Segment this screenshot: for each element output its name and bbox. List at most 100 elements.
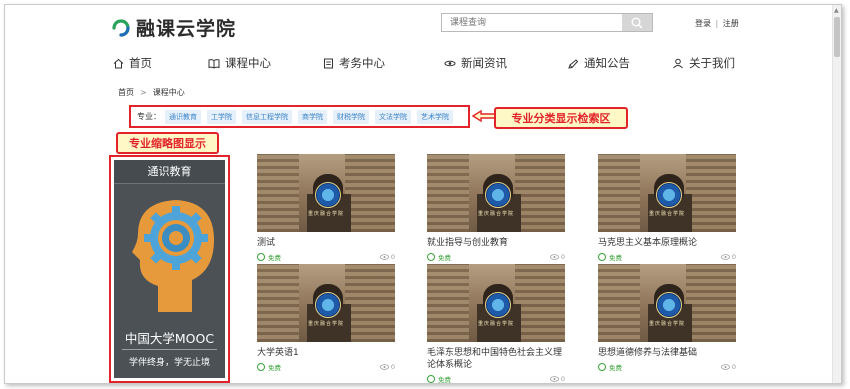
free-icon (427, 375, 435, 383)
price-label: 免费 (609, 254, 622, 262)
thumbnail-caption: 重庆融合学院 (307, 211, 344, 217)
filter-tag[interactable]: 商学院 (298, 109, 327, 124)
thumbnail-annotation: 专业缩略图显示 (116, 132, 219, 154)
view-count: 0 (560, 375, 565, 383)
filter-tag[interactable]: 文法学院 (375, 109, 411, 124)
price-label: 免费 (609, 364, 622, 372)
news-icon (444, 60, 456, 66)
nav-courses[interactable]: 课程中心 (208, 55, 271, 71)
eye-icon (379, 364, 389, 370)
book-icon (208, 58, 220, 69)
nav-about[interactable]: 关于我们 (672, 55, 735, 71)
search-button[interactable] (622, 14, 652, 31)
course-thumbnail: 重庆融合学院 (427, 154, 565, 232)
brand-name: 融课云学院 (136, 18, 237, 40)
price-label: 免费 (438, 376, 451, 384)
course-title[interactable]: 测试 (257, 237, 395, 249)
course-card[interactable]: 重庆融合学院 测试 免费 0 (257, 154, 395, 262)
price-label: 免费 (268, 364, 281, 372)
course-card[interactable]: 重庆融合学院 大学英语1 免费 0 (257, 264, 395, 372)
nav-news[interactable]: 新闻资讯 (444, 55, 507, 71)
thumbnail-caption: 重庆融合学院 (648, 321, 685, 327)
breadcrumb-home[interactable]: 首页 (118, 87, 134, 98)
search-input[interactable] (442, 14, 622, 31)
course-card[interactable]: 重庆融合学院 就业指导与创业教育 免费 0 (427, 154, 565, 262)
major-thumbnail-title: 通识教育 (114, 160, 225, 184)
view-count: 0 (731, 363, 736, 371)
college-emblem-icon (485, 292, 511, 318)
nav-notice[interactable]: 通知公告 (568, 55, 630, 71)
eye-icon (549, 254, 559, 260)
college-emblem-icon (315, 182, 341, 208)
course-title[interactable]: 就业指导与创业教育 (427, 237, 565, 249)
view-count: 0 (390, 253, 395, 261)
filter-tag[interactable]: 信息工程学院 (242, 109, 292, 124)
thumbnail-caption: 重庆融合学院 (648, 211, 685, 217)
course-title[interactable]: 思想道德修养与法律基础 (598, 347, 736, 359)
nav-exam-label: 考务中心 (339, 56, 385, 70)
search-icon (631, 17, 643, 29)
view-count: 0 (560, 253, 565, 261)
scroll-up-icon[interactable]: ▲ (834, 7, 839, 14)
course-thumbnail: 重庆融合学院 (427, 264, 565, 342)
nav-about-label: 关于我们 (689, 56, 735, 70)
auth-separator: | (715, 19, 719, 28)
nav-exam[interactable]: 考务中心 (323, 55, 385, 71)
logo-icon (110, 17, 132, 39)
free-icon (257, 253, 265, 261)
college-emblem-icon (485, 182, 511, 208)
nav-notice-label: 通知公告 (584, 56, 630, 70)
main-nav: 首页 课程中心 考务中心 新闻资讯 通知公告 关于我们 (113, 55, 735, 71)
course-card[interactable]: 重庆融合学院 思想道德修养与法律基础 免费 0 (598, 264, 736, 372)
search-bar (441, 13, 653, 32)
eye-icon (720, 254, 730, 260)
thumbnail-caption: 重庆融合学院 (477, 211, 514, 217)
price-label: 免费 (268, 254, 281, 262)
vertical-scrollbar[interactable]: ▲ (832, 5, 841, 383)
course-thumbnail: 重庆融合学院 (257, 264, 395, 342)
course-thumbnail: 重庆融合学院 (598, 154, 736, 232)
free-icon (427, 253, 435, 261)
free-icon (598, 253, 606, 261)
breadcrumb-separator: > (140, 88, 147, 97)
site-logo[interactable]: 融课云学院 (110, 14, 236, 41)
nav-home-label: 首页 (129, 56, 152, 70)
course-title[interactable]: 马克思主义基本原理概论 (598, 237, 736, 249)
major-thumbnail-image: 通识教育 中国大学MOOC 学伴终身，学无止境 (114, 160, 225, 378)
course-thumbnail: 重庆融合学院 (598, 264, 736, 342)
view-count: 0 (731, 253, 736, 261)
course-title[interactable]: 大学英语1 (257, 347, 395, 359)
filter-tag[interactable]: 工学院 (207, 109, 236, 124)
nav-home[interactable]: 首页 (113, 55, 152, 71)
auth-links: 登录 | 注册 (695, 18, 739, 29)
users-icon (673, 58, 683, 68)
nav-news-label: 新闻资讯 (461, 56, 507, 70)
view-count: 0 (390, 363, 395, 371)
filter-tag[interactable]: 艺术学院 (417, 109, 453, 124)
course-card[interactable]: 重庆融合学院 马克思主义基本原理概论 免费 0 (598, 154, 736, 262)
register-link[interactable]: 注册 (723, 19, 739, 28)
head-gear-icon (132, 200, 214, 312)
breadcrumb-current: 课程中心 (152, 88, 185, 97)
browser-frame: 融课云学院 登录 | 注册 首页 课程中心 考务中心 新闻资讯 (4, 4, 842, 384)
login-link[interactable]: 登录 (695, 19, 711, 28)
course-title[interactable]: 毛泽东思想和中国特色社会主义理论体系概论 (427, 347, 565, 371)
free-icon (598, 363, 606, 371)
eye-icon (379, 254, 389, 260)
course-card[interactable]: 重庆融合学院 毛泽东思想和中国特色社会主义理论体系概论 免费 0 (427, 264, 565, 384)
college-emblem-icon (656, 292, 682, 318)
price-label: 免费 (438, 254, 451, 262)
scrollbar-thumb[interactable] (834, 17, 840, 57)
thumbnail-caption: 重庆融合学院 (307, 321, 344, 327)
major-thumbnail[interactable]: 通识教育 中国大学MOOC 学伴终身，学无止境 (109, 155, 230, 383)
filter-tag[interactable]: 财税学院 (333, 109, 369, 124)
college-emblem-icon (656, 182, 682, 208)
nav-courses-label: 课程中心 (225, 56, 271, 70)
college-emblem-icon (315, 292, 341, 318)
breadcrumb: 首页 > 课程中心 (118, 87, 185, 98)
mooc-brand: 中国大学MOOC (122, 328, 217, 350)
major-filter-bar: 专业： 通识教育 工学院 信息工程学院 商学院 财税学院 文法学院 艺术学院 (129, 105, 470, 128)
callout-arrow-icon (472, 110, 496, 122)
home-icon (113, 58, 124, 68)
filter-tag[interactable]: 通识教育 (165, 109, 201, 124)
